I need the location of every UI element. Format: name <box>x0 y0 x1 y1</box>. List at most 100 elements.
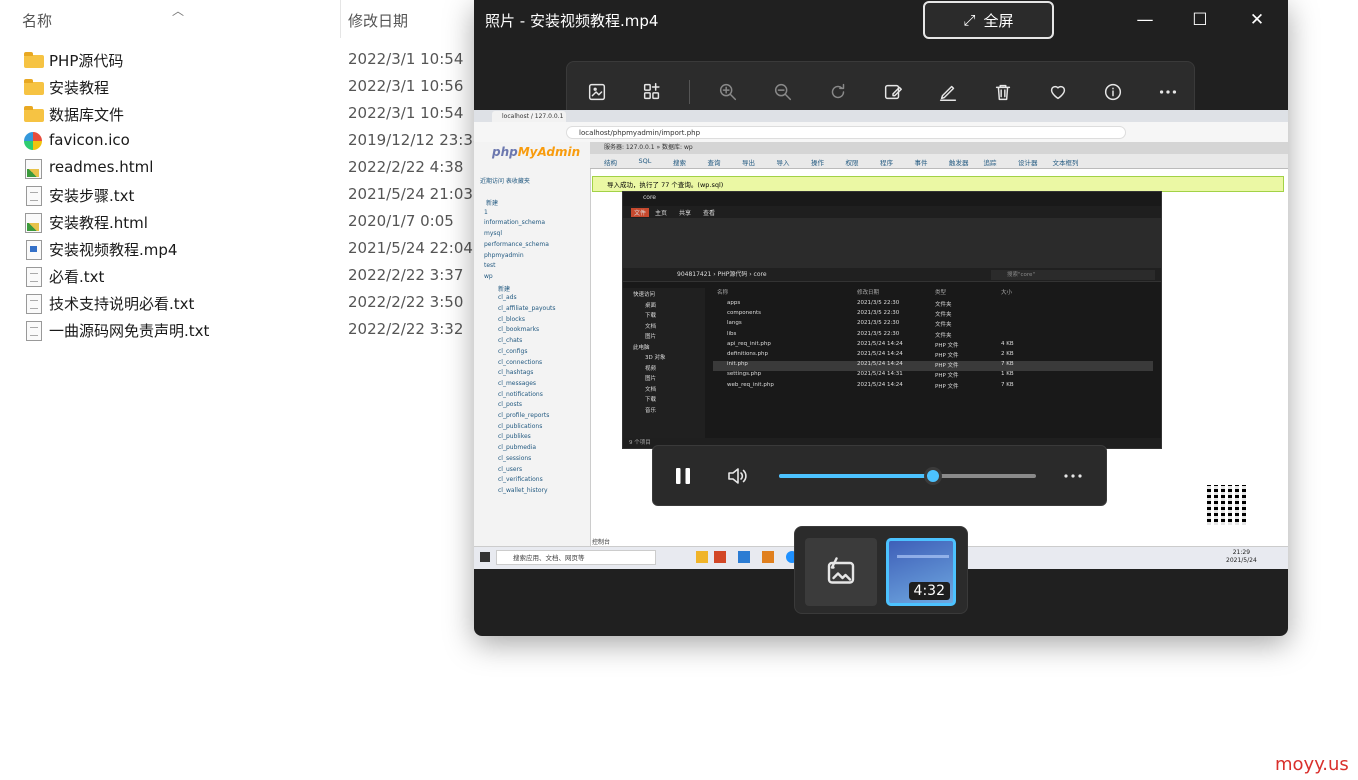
tree-item[interactable]: cl_publikes <box>498 433 531 440</box>
recorded-explorer-tab: 主页 <box>655 210 668 217</box>
pma-tabs: 结构 SQL 搜索 查询 导出 导入 操作 权限 程序 事件 触发器 追踪 设计器 文本框列 <box>590 154 1288 169</box>
phpmyadmin-sidebar: phpMyAdmin 近期访问 表收藏夹 新建 1 information_sche… <box>474 142 591 568</box>
tree-item[interactable]: cl_configs <box>498 348 527 355</box>
fullscreen-label: 全屏 <box>983 11 1014 30</box>
pma-tab[interactable]: 事件 <box>915 157 928 167</box>
taskbar-search: 搜索应用、文档、网页等 <box>496 550 656 565</box>
seek-thumb[interactable] <box>924 467 943 485</box>
pma-tab[interactable]: 结构 <box>604 157 617 167</box>
tree-item[interactable]: cl_notifications <box>498 391 543 398</box>
pma-tab[interactable]: 追踪 <box>984 157 997 167</box>
file-row[interactable]: 必看.txt 2022/2/22 3:37 <box>22 263 482 290</box>
filmstrip-item-selected[interactable]: 4:32 <box>886 538 956 606</box>
recorded-explorer-nav-item: 此电脑 <box>633 344 650 351</box>
tree-item[interactable]: cl_hashtags <box>498 369 533 376</box>
file-row[interactable]: 安装步骤.txt 2021/5/24 21:03 <box>22 182 482 209</box>
zoom-out-icon[interactable] <box>767 76 799 108</box>
pma-tab[interactable]: 权限 <box>846 157 859 167</box>
recorded-explorer-nav-item: 3D 对象 <box>645 355 666 361</box>
info-icon[interactable] <box>1097 76 1129 108</box>
collection-icon[interactable] <box>636 76 668 108</box>
favorite-icon[interactable] <box>1042 76 1074 108</box>
recorded-explorer-nav-item: 文档 <box>645 386 657 393</box>
rotate-icon[interactable] <box>822 76 854 108</box>
file-row[interactable]: 一曲源码网免责声明.txt 2022/2/22 3:32 <box>22 317 482 344</box>
edit-image-icon[interactable] <box>581 76 613 108</box>
file-row[interactable]: favicon.ico 2019/12/12 23:38 <box>22 128 482 155</box>
recorded-explorer-nav-item: 桌面 <box>645 302 657 309</box>
pma-tab[interactable]: 程序 <box>880 157 893 167</box>
pause-button[interactable] <box>671 464 695 488</box>
photos-viewer-window: 照片 - 安装视频教程.mp4 ⤢ 全屏 — ☐ ✕ localhost / 1… <box>474 0 1288 636</box>
tree-item[interactable]: test <box>484 262 496 269</box>
tree-item[interactable]: 新建 <box>486 198 498 207</box>
edit-icon[interactable] <box>877 76 909 108</box>
pma-tab[interactable]: 文本框列 <box>1053 157 1079 167</box>
html-file-icon <box>25 159 42 179</box>
minimize-button[interactable]: — <box>1125 6 1165 34</box>
tree-item[interactable]: wp <box>484 273 493 280</box>
tree-item[interactable]: cl_users <box>498 466 522 473</box>
pma-tab[interactable]: 设计器 <box>1018 157 1038 167</box>
text-file-icon <box>26 186 42 206</box>
file-row[interactable]: 数据库文件 2022/3/1 10:54 <box>22 101 482 128</box>
tree-item[interactable]: cl_profile_reports <box>498 412 549 419</box>
recorded-explorer-nav-item: 下载 <box>645 313 657 319</box>
text-file-icon <box>26 321 42 341</box>
recorded-explorer-row: web_req_init.php 2021/5/24 14:24 PHP 文件 7 K… <box>727 381 1014 390</box>
pma-tab[interactable]: 触发器 <box>949 157 969 167</box>
volume-button[interactable] <box>725 464 749 488</box>
tree-item[interactable]: 1 <box>484 209 488 216</box>
draw-icon[interactable] <box>932 76 964 108</box>
recorded-explorer-column: 大小 <box>1001 290 1013 296</box>
tree-item[interactable]: cl_wallet_history <box>498 487 548 494</box>
tree-item[interactable]: cl_verifications <box>498 476 543 483</box>
tree-item[interactable]: cl_pubmedia <box>498 444 536 451</box>
fullscreen-button[interactable]: ⤢ 全屏 <box>923 1 1054 39</box>
maximize-button[interactable]: ☐ <box>1180 6 1220 34</box>
tree-item[interactable]: cl_affiliate_payouts <box>498 305 556 312</box>
tree-item[interactable]: phpmyadmin <box>484 252 524 259</box>
pma-tab[interactable]: SQL <box>639 157 652 165</box>
tree-item[interactable]: cl_posts <box>498 401 522 408</box>
column-header-modified[interactable]: 修改日期 <box>348 10 408 31</box>
pma-tab[interactable]: 搜索 <box>673 157 686 167</box>
file-row[interactable]: 安装视频教程.mp4 2021/5/24 22:04 <box>22 236 482 263</box>
close-button[interactable]: ✕ <box>1237 6 1277 34</box>
pma-tab[interactable]: 查询 <box>708 157 721 167</box>
tree-item[interactable]: cl_publications <box>498 423 542 430</box>
pma-tab[interactable]: 操作 <box>811 157 824 167</box>
more-icon[interactable] <box>1152 76 1184 108</box>
filmstrip-item[interactable] <box>805 538 877 606</box>
recorded-explorer-row: components 2021/3/5 22:30 文件夹 <box>727 310 952 319</box>
tree-item[interactable]: cl_bookmarks <box>498 326 539 333</box>
column-header-name[interactable]: 名称 <box>22 10 52 31</box>
seek-progress <box>779 474 934 478</box>
tree-item[interactable]: 新建 <box>498 284 510 293</box>
file-row[interactable]: 技术支持说明必看.txt 2022/2/22 3:50 <box>22 290 482 317</box>
delete-icon[interactable] <box>987 76 1019 108</box>
pma-tab[interactable]: 导入 <box>777 157 790 167</box>
html-file-icon <box>25 213 42 233</box>
tree-item[interactable]: cl_blocks <box>498 316 525 323</box>
tree-item[interactable]: cl_ads <box>498 294 517 301</box>
pma-breadcrumb: 服务器: 127.0.0.1 » 数据库: wp <box>590 142 1288 154</box>
zoom-in-icon[interactable] <box>712 76 744 108</box>
playback-more-button[interactable] <box>1061 464 1085 488</box>
column-divider[interactable] <box>340 0 341 38</box>
tree-item[interactable]: mysql <box>484 230 502 237</box>
text-file-icon <box>26 267 42 287</box>
tree-item[interactable]: cl_sessions <box>498 455 531 462</box>
tree-item[interactable]: performance_schema <box>484 241 549 248</box>
tree-item[interactable]: information_schema <box>484 219 545 226</box>
tree-item[interactable]: cl_messages <box>498 380 536 387</box>
file-row[interactable]: 安装教程.html 2020/1/7 0:05 <box>22 209 482 236</box>
tree-item[interactable]: cl_connections <box>498 359 542 366</box>
file-row[interactable]: 安装教程 2022/3/1 10:56 <box>22 74 482 101</box>
tree-item[interactable]: cl_chats <box>498 337 522 344</box>
seek-bar[interactable] <box>779 467 1036 485</box>
pma-tab[interactable]: 导出 <box>742 157 755 167</box>
file-row[interactable]: PHP源代码 2022/3/1 10:54 <box>22 47 482 74</box>
recorded-explorer-nav-item: 视频 <box>645 365 657 372</box>
file-row[interactable]: readmes.html 2022/2/22 4:38 <box>22 155 482 182</box>
